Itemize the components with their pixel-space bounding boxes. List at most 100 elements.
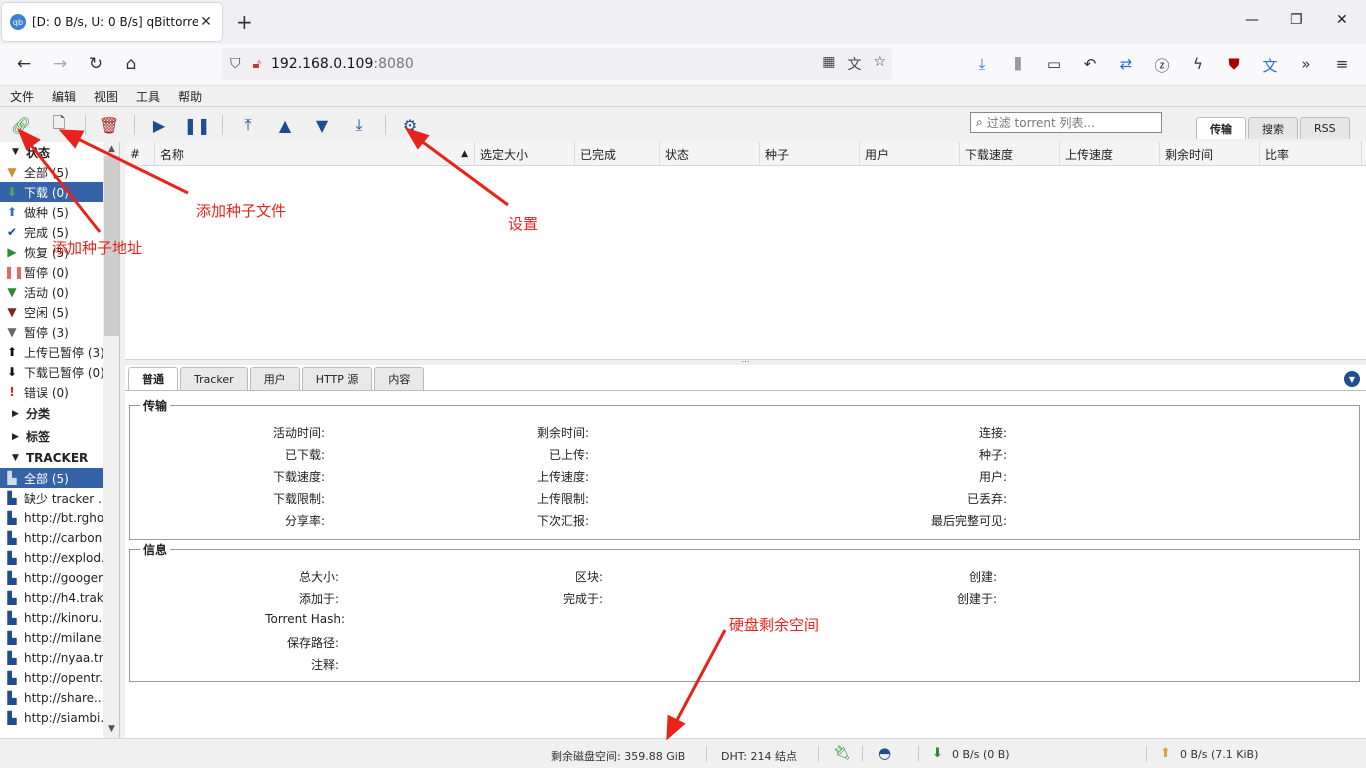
lightning-icon[interactable]: ϟ <box>1188 55 1208 73</box>
pause-icon[interactable]: ❚❚ <box>184 113 211 137</box>
tracker-item[interactable]: ▙ http://carbon... <box>0 528 119 548</box>
column-status[interactable]: 状态 <box>660 142 760 166</box>
restore-icon[interactable]: ❐ <box>1290 12 1303 28</box>
tracker-item[interactable]: ▙ http://share.... <box>0 688 119 708</box>
qr-code-icon[interactable]: ▦ <box>822 54 835 74</box>
tab-content[interactable]: 内容 <box>374 367 425 390</box>
category-header[interactable]: ▶ 分类 <box>0 402 119 425</box>
forward-icon[interactable]: → <box>49 54 71 74</box>
column-ratio[interactable]: 比率 <box>1260 142 1362 166</box>
column-seeds[interactable]: 种子 <box>760 142 860 166</box>
tracker-item[interactable]: ▙ http://explod... <box>0 548 119 568</box>
tab-general[interactable]: 普通 <box>128 367 178 390</box>
new-tab-icon[interactable]: + <box>236 10 253 34</box>
download-speed-icon[interactable]: ⬇ <box>932 746 943 761</box>
tracker-item[interactable]: ▙ http://opentr... <box>0 668 119 688</box>
column-eta[interactable]: 剩余时间 <box>1160 142 1260 166</box>
torrent-table-body[interactable] <box>125 166 1366 359</box>
upload-speed[interactable]: 0 B/s (7.1 KiB) <box>1180 748 1258 761</box>
scroll-down-icon[interactable]: ▼ <box>103 724 119 734</box>
tracker-item[interactable]: ▙ 全部 (5) <box>0 468 119 488</box>
download-speed[interactable]: 0 B/s (0 B) <box>952 748 1010 761</box>
overflow-icon[interactable]: » <box>1296 55 1316 73</box>
column-queue[interactable]: # <box>125 142 155 166</box>
menu-view[interactable]: 视图 <box>94 88 118 105</box>
scroll-up-icon[interactable]: ▲ <box>103 144 119 154</box>
hamburger-menu-icon[interactable]: ≡ <box>1332 55 1352 73</box>
back-icon[interactable]: ← <box>13 54 35 74</box>
browser-tab[interactable]: qb [D: 0 B/s, U: 0 B/s] qBittorrent ✕ <box>2 3 222 41</box>
translate-icon[interactable]: 文 <box>847 54 861 74</box>
tab-search[interactable]: 搜索 <box>1248 117 1298 139</box>
column-dl-speed[interactable]: 下载速度 <box>960 142 1060 166</box>
column-done[interactable]: 已完成 <box>575 142 660 166</box>
insecure-lock-icon[interactable]: 🔓︎ <box>253 57 261 72</box>
menu-tools[interactable]: 工具 <box>136 88 160 105</box>
sync-icon[interactable]: ⇄ <box>1116 55 1136 73</box>
status-item-upload-stalled[interactable]: ⬆ 上传已暂停 (3) <box>0 342 119 362</box>
tab-http-sources[interactable]: HTTP 源 <box>301 367 373 390</box>
add-torrent-link-icon[interactable]: 🔗︎ <box>9 113 33 137</box>
status-item-paused[interactable]: ❚❚ 暂停 (0) <box>0 262 119 282</box>
horizontal-splitter[interactable]: ⋯ <box>125 358 1366 366</box>
menu-file[interactable]: 文件 <box>10 88 34 105</box>
library-icon[interactable]: ⫼ <box>1008 55 1028 73</box>
settings-gear-icon[interactable]: ⚙ <box>398 113 422 137</box>
tracker-item[interactable]: ▙ http://bt.rgho... <box>0 508 119 528</box>
column-ul-speed[interactable]: 上传速度 <box>1060 142 1160 166</box>
tracker-header[interactable]: ▼ TRACKER <box>0 448 119 468</box>
close-window-icon[interactable]: ✕ <box>1336 12 1348 28</box>
tab-rss[interactable]: RSS <box>1300 117 1350 139</box>
status-item-active[interactable]: ▼ 活动 (0) <box>0 282 119 302</box>
close-tab-icon[interactable]: ✕ <box>198 14 214 30</box>
status-item-errored[interactable]: ! 错误 (0) <box>0 382 119 402</box>
status-item-download-stalled[interactable]: ⬇ 下载已暂停 (0) <box>0 362 119 382</box>
status-item-seeding[interactable]: ⬆ 做种 (5) <box>0 202 119 222</box>
url-bar[interactable]: ⛉ 🔓︎ 192.168.0.109 :8080 ▦ 文 ☆ <box>222 48 892 80</box>
menu-help[interactable]: 帮助 <box>178 88 202 105</box>
tracking-shield-icon[interactable]: ⛉ <box>230 56 241 72</box>
delete-torrent-icon[interactable]: 🗑︎ <box>97 113 121 137</box>
sidebar-icon[interactable]: ▭ <box>1044 55 1064 73</box>
downloads-icon[interactable]: ⤓ <box>972 55 992 73</box>
torrent-filter-input[interactable] <box>986 115 1161 130</box>
tracker-item[interactable]: ▙ http://kinoru... <box>0 608 119 628</box>
add-torrent-file-icon[interactable]: 🗋︎ <box>47 113 71 137</box>
status-item-stalled[interactable]: ▼ 暂停 (3) <box>0 322 119 342</box>
tab-transfers[interactable]: 传输 <box>1196 117 1246 139</box>
move-bottom-icon[interactable]: ⤓ <box>347 113 371 137</box>
column-peers[interactable]: 用户 <box>860 142 960 166</box>
tracker-item[interactable]: ▙ http://milane... <box>0 628 119 648</box>
connection-status-icon[interactable]: 🔌︎ <box>833 745 851 761</box>
tab-peers[interactable]: 用户 <box>249 367 300 390</box>
home-icon[interactable]: ⌂ <box>120 54 142 74</box>
collapse-panel-icon[interactable]: ▼ <box>1344 371 1360 387</box>
status-header[interactable]: ▼ 状态 <box>0 142 119 162</box>
zotero-icon[interactable]: ⓩ <box>1152 55 1172 76</box>
tracker-item[interactable]: ▙ 缺少 tracker ... <box>0 488 119 508</box>
tracker-item[interactable]: ▙ http://siambi... <box>0 708 119 728</box>
upload-speed-icon[interactable]: ⬆ <box>1160 746 1171 761</box>
tracker-item[interactable]: ▙ http://nyaa.tr... <box>0 648 119 668</box>
move-up-icon[interactable]: ▲ <box>273 113 297 137</box>
tracker-item[interactable]: ▙ http://googer... <box>0 568 119 588</box>
speed-limit-icon[interactable]: ◓ <box>878 744 891 762</box>
torrent-filter-box[interactable]: ⌕ <box>970 112 1162 133</box>
reload-icon[interactable]: ↻ <box>85 54 107 74</box>
bookmark-star-icon[interactable]: ☆ <box>873 54 886 74</box>
minimize-icon[interactable]: — <box>1245 12 1259 28</box>
tag-header[interactable]: ▶ 标签 <box>0 425 119 448</box>
status-item-all[interactable]: ▼ 全部 (5) <box>0 162 119 182</box>
column-size[interactable]: 选定大小 <box>475 142 575 166</box>
column-name[interactable]: 名称 ▲ <box>155 142 475 166</box>
tracker-item[interactable]: ▙ http://h4.trak... <box>0 588 119 608</box>
move-down-icon[interactable]: ▼ <box>310 113 334 137</box>
move-top-icon[interactable]: ⤒ <box>236 113 260 137</box>
ublock-icon[interactable]: ⛊ <box>1224 55 1244 73</box>
status-item-downloading[interactable]: ⬇ 下载 (0) <box>0 182 119 202</box>
translate-ext-icon[interactable]: 文 <box>1260 55 1280 76</box>
tab-trackers[interactable]: Tracker <box>180 367 248 390</box>
undo-icon[interactable]: ↶ <box>1080 55 1100 73</box>
resume-icon[interactable]: ▶ <box>147 113 171 137</box>
status-item-inactive[interactable]: ▼ 空闲 (5) <box>0 302 119 322</box>
